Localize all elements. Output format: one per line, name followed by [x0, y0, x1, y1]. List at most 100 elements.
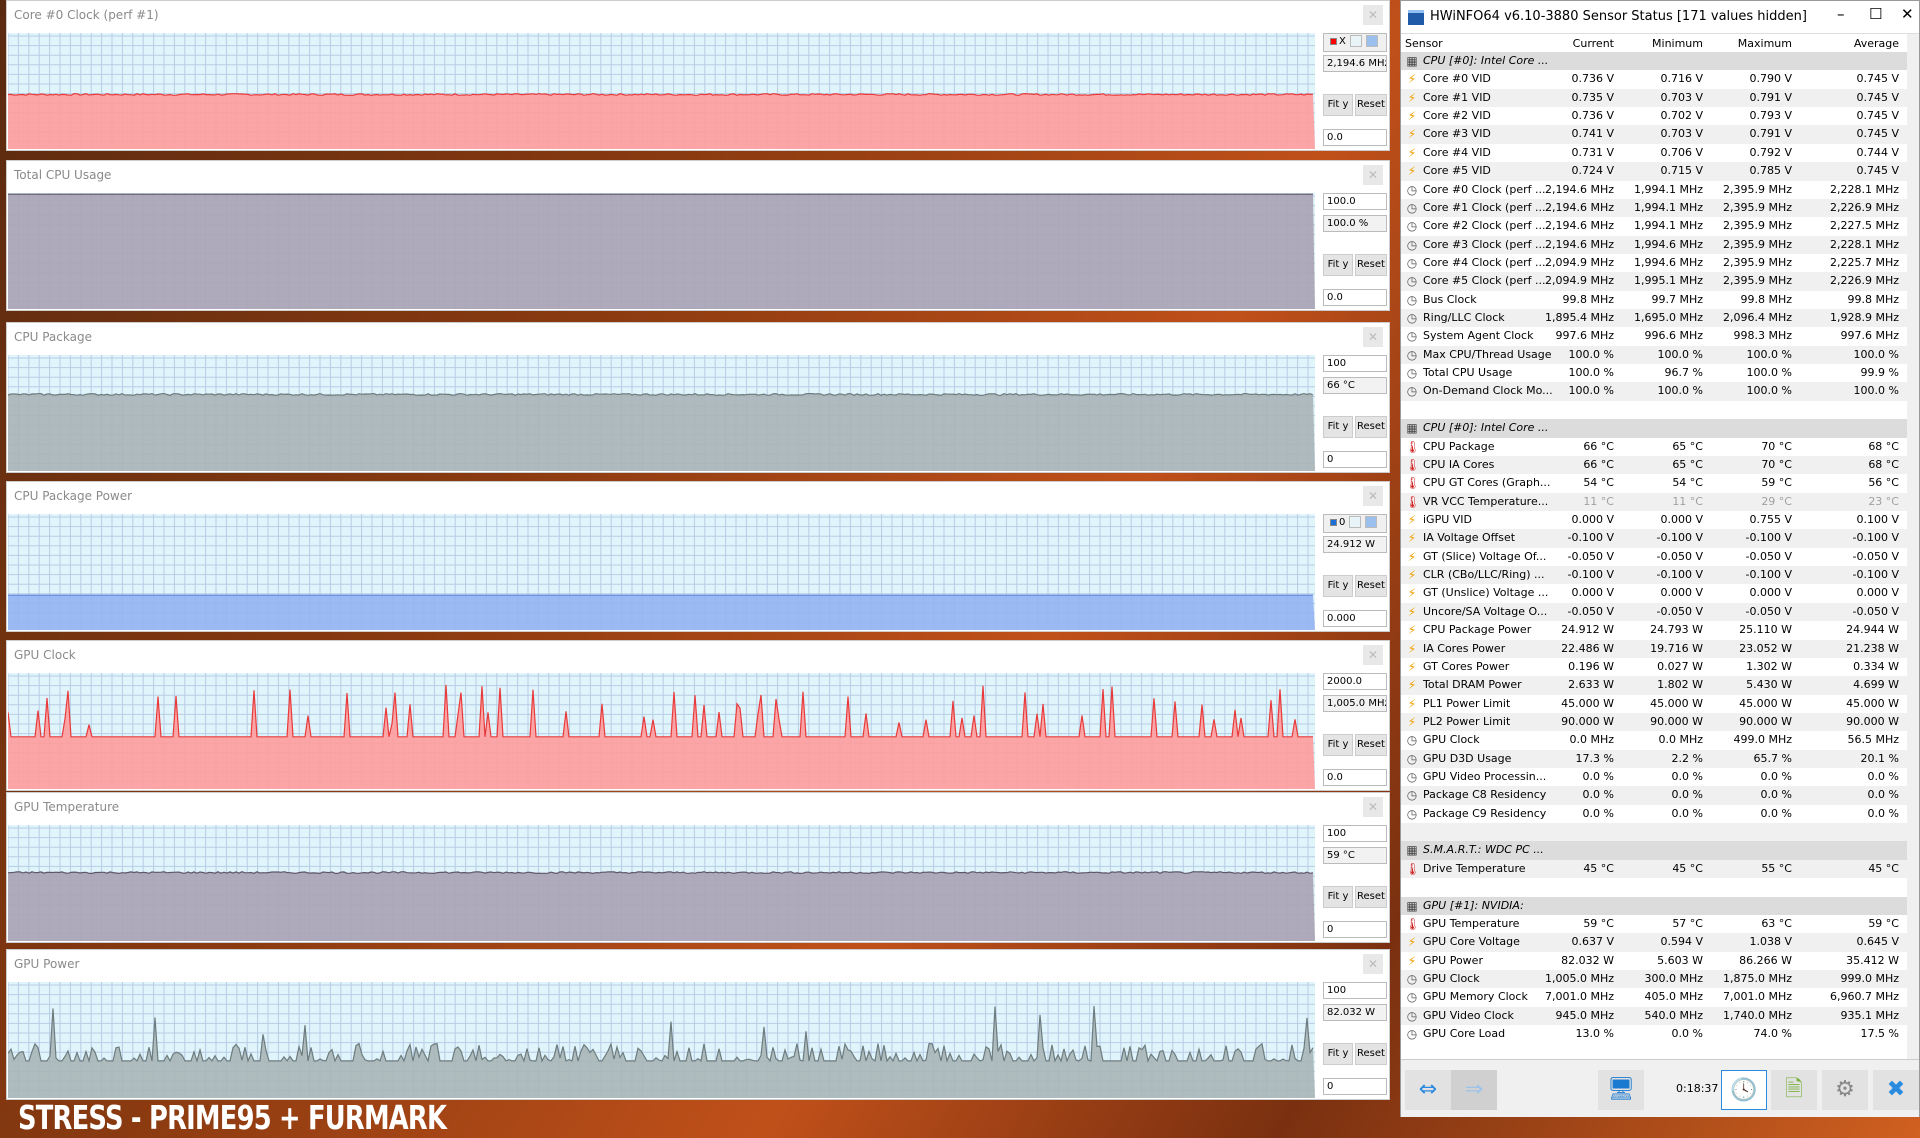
sensor-row[interactable]: ◷ System Agent Clock 997.6 MHz 996.6 MHz 998…	[1401, 327, 1909, 345]
grid-color-swatch[interactable]	[1365, 35, 1378, 47]
reset-button[interactable]: Reset	[1355, 575, 1387, 597]
sensor-group-row[interactable]: ▦ CPU [#0]: Intel Core ...	[1401, 419, 1909, 438]
sensor-row[interactable]: ⚡ IA Voltage Offset -0.100 V -0.100 V -0.100…	[1401, 529, 1909, 548]
min-value-field[interactable]: 0	[1323, 921, 1387, 938]
sensor-row[interactable]: ◷ GPU Core Load 13.0 % 0.0 % 74.0 % 17.5 %	[1401, 1025, 1909, 1043]
fit-y-button[interactable]: Fit y	[1323, 734, 1353, 756]
sensor-row[interactable]: ◷ Core #2 Clock (perf ... 2,194.6 MHz 1,994…	[1401, 217, 1909, 235]
sensor-row[interactable]: ◷ GPU Video Clock 945.0 MHz 540.0 MHz 1,740.…	[1401, 1006, 1909, 1026]
panel-close-icon[interactable]: ✕	[1363, 645, 1383, 665]
sensor-row[interactable]: ◷ Package C8 Residency 0.0 % 0.0 % 0.0 % 0.0 …	[1401, 786, 1909, 805]
sensor-row[interactable]: ◷ Core #5 Clock (perf ... 2,094.9 MHz 1,995…	[1401, 272, 1909, 291]
line-color-swatch[interactable]	[1330, 37, 1337, 45]
line-color-swatch[interactable]	[1330, 518, 1337, 526]
color-selector[interactable]: X	[1323, 33, 1387, 52]
sensor-row[interactable]: ⚡ Core #5 VID 0.724 V 0.715 V 0.785 V 0.745 V	[1401, 162, 1909, 181]
max-value-field[interactable]: 100	[1323, 825, 1387, 842]
reset-button[interactable]: Reset	[1355, 1043, 1387, 1065]
sensor-row[interactable]: ⚡ GPU Core Voltage 0.637 V 0.594 V 1.038 V 0.…	[1401, 933, 1909, 952]
clock-reset-button[interactable]: 🕓	[1721, 1070, 1767, 1110]
fit-y-button[interactable]: Fit y	[1323, 575, 1353, 597]
min-value-field[interactable]: 0.0	[1323, 129, 1387, 146]
reset-button[interactable]: Reset	[1355, 254, 1387, 276]
sensor-row[interactable]: ⚡ GT (Slice) Voltage Of... -0.050 V -0.050 …	[1401, 548, 1909, 566]
max-value-field[interactable]: 2000.0	[1323, 673, 1387, 690]
close-x-button[interactable]: ✖	[1873, 1070, 1919, 1110]
sensor-row[interactable]: ⚡ GT (Unslice) Voltage ... 0.000 V 0.000 V 0…	[1401, 584, 1909, 602]
sensor-row[interactable]: ⚡ PL2 Power Limit 90.000 W 90.000 W 90.000 W…	[1401, 712, 1909, 732]
max-value-field[interactable]: 100	[1323, 982, 1387, 999]
sensor-row[interactable]: ◷ Core #4 Clock (perf ... 2,094.9 MHz 1,994…	[1401, 254, 1909, 272]
sensor-row[interactable]: ⚡ Total DRAM Power 2.633 W 1.802 W 5.430 W 4.…	[1401, 676, 1909, 695]
column-current[interactable]: Current	[1573, 37, 1614, 50]
sensor-group-row[interactable]: ▦ CPU [#0]: Intel Core ...	[1401, 52, 1909, 71]
sensor-row[interactable]: ⚡ Core #4 VID 0.731 V 0.706 V 0.792 V 0.744 V	[1401, 144, 1909, 162]
min-value-field[interactable]: 0.0	[1323, 769, 1387, 786]
log-file-button[interactable]: 🗎	[1771, 1070, 1817, 1110]
color-selector[interactable]: 0	[1323, 514, 1387, 533]
sensor-row[interactable]: 🌡 Drive Temperature 45 °C 45 °C 55 °C 45 °C	[1401, 859, 1909, 879]
min-value-field[interactable]: 0.0	[1323, 289, 1387, 306]
sensor-row[interactable]: 🌡 GPU Temperature 59 °C 57 °C 63 °C 59 °C	[1401, 915, 1909, 933]
settings-gear-button[interactable]: ⚙	[1822, 1070, 1868, 1110]
sensor-row[interactable]: ◷ GPU Video Processin... 0.0 % 0.0 % 0.0 % 0.…	[1401, 768, 1909, 786]
panel-close-icon[interactable]: ✕	[1363, 5, 1383, 25]
panel-close-icon[interactable]: ✕	[1363, 797, 1383, 817]
sensor-row[interactable]: 🌡 CPU GT Cores (Graph... 54 °C 54 °C 59 °C 56…	[1401, 474, 1909, 492]
sensor-row[interactable]: ⚡ PL1 Power Limit 45.000 W 45.000 W 45.000 W…	[1401, 695, 1909, 713]
min-value-field[interactable]: 0	[1323, 451, 1387, 468]
sensor-row[interactable]: ◷ Core #3 Clock (perf ... 2,194.6 MHz 1,994…	[1401, 235, 1909, 254]
sensor-row[interactable]: ◷ Total CPU Usage 100.0 % 96.7 % 100.0 % 99.9…	[1401, 364, 1909, 382]
close-button[interactable]: ✕	[1901, 5, 1914, 23]
sensor-row[interactable]: ⚡ Core #1 VID 0.735 V 0.703 V 0.791 V 0.745 V	[1401, 88, 1909, 108]
sensor-row[interactable]: ◷ Ring/LLC Clock 1,895.4 MHz 1,695.0 MHz 2,0…	[1401, 309, 1909, 328]
min-value-field[interactable]: 0	[1323, 1078, 1387, 1095]
sensor-row[interactable]: 🌡 VR VCC Temperature... 11 °C 11 °C 29 °C 23 …	[1401, 492, 1909, 511]
maximize-button[interactable]: ☐	[1869, 5, 1882, 23]
sensor-row[interactable]: ◷ GPU Clock 1,005.0 MHz 300.0 MHz 1,875.0 MH…	[1401, 969, 1909, 989]
sensor-row[interactable]: ◷ Core #0 Clock (perf ... 2,194.6 MHz 1,994…	[1401, 181, 1909, 199]
sensor-row[interactable]: ◷ GPU Clock 0.0 MHz 0.0 MHz 499.0 MHz 56.5 MH…	[1401, 731, 1909, 749]
sensor-row[interactable]: ⚡ Core #2 VID 0.736 V 0.702 V 0.793 V 0.745 V	[1401, 107, 1909, 125]
reset-button[interactable]: Reset	[1355, 886, 1387, 908]
background-color-swatch[interactable]	[1349, 516, 1362, 528]
sensor-group-row[interactable]: ▦ GPU [#1]: NVIDIA:	[1401, 896, 1909, 915]
fit-y-button[interactable]: Fit y	[1323, 1043, 1353, 1065]
sensor-row[interactable]: ⚡ Core #3 VID 0.741 V 0.703 V 0.791 V 0.745 V	[1401, 125, 1909, 144]
sensor-row[interactable]: ⚡ Core #0 VID 0.736 V 0.716 V 0.790 V 0.745 V	[1401, 70, 1909, 88]
network-computers-button[interactable]: 🖥	[1598, 1070, 1644, 1110]
sensor-group-row[interactable]: ▦ S.M.A.R.T.: WDC PC ...	[1401, 841, 1909, 860]
vertical-scrollbar[interactable]	[1907, 34, 1919, 1059]
grid-color-swatch[interactable]	[1365, 516, 1378, 528]
fit-y-button[interactable]: Fit y	[1323, 416, 1353, 438]
panel-close-icon[interactable]: ✕	[1363, 954, 1383, 974]
sensor-row[interactable]: 🌡 CPU IA Cores 66 °C 65 °C 70 °C 68 °C	[1401, 455, 1909, 475]
sensor-row[interactable]: ⚡ Uncore/SA Voltage O... -0.050 V -0.050 V -…	[1401, 602, 1909, 622]
fit-y-button[interactable]: Fit y	[1323, 254, 1353, 276]
panel-close-icon[interactable]: ✕	[1363, 486, 1383, 506]
sensor-row[interactable]: ◷ GPU D3D Usage 17.3 % 2.2 % 65.7 % 20.1 %	[1401, 749, 1909, 769]
sensor-row[interactable]: ⚡ GT Cores Power 0.196 W 0.027 W 1.302 W 0.33…	[1401, 658, 1909, 676]
reset-button[interactable]: Reset	[1355, 94, 1387, 116]
column-minimum[interactable]: Minimum	[1652, 37, 1703, 50]
sensor-row[interactable]: 🌡 CPU Package 66 °C 65 °C 70 °C 68 °C	[1401, 438, 1909, 456]
min-value-field[interactable]: 0.000	[1323, 610, 1387, 627]
sensor-row[interactable]: ◷ On-Demand Clock Mo... 100.0 % 100.0 % 100.…	[1401, 382, 1909, 401]
collapse-arrows-button[interactable]: ⇒	[1451, 1070, 1497, 1110]
sensor-row[interactable]: ◷ Package C9 Residency 0.0 % 0.0 % 0.0 % 0.0 …	[1401, 805, 1909, 823]
expand-arrows-button[interactable]: ⇔	[1405, 1070, 1451, 1110]
reset-button[interactable]: Reset	[1355, 416, 1387, 438]
fit-y-button[interactable]: Fit y	[1323, 886, 1353, 908]
max-value-field[interactable]: 100.0	[1323, 193, 1387, 210]
panel-close-icon[interactable]: ✕	[1363, 327, 1383, 347]
sensor-row[interactable]: ⚡ GPU Power 82.032 W 5.603 W 86.266 W 35.412 …	[1401, 952, 1909, 970]
sensor-row[interactable]: ⚡ IA Cores Power 22.486 W 19.716 W 23.052 W 2…	[1401, 639, 1909, 658]
sensor-row[interactable]: ◷ Bus Clock 99.8 MHz 99.7 MHz 99.8 MHz 99.8 M…	[1401, 291, 1909, 309]
column-sensor[interactable]: Sensor	[1405, 37, 1443, 50]
fit-y-button[interactable]: Fit y	[1323, 94, 1353, 116]
sensor-row[interactable]: ⚡ CPU Package Power 24.912 W 24.793 W 25.110…	[1401, 621, 1909, 639]
reset-button[interactable]: Reset	[1355, 734, 1387, 756]
sensor-row[interactable]: ◷ GPU Memory Clock 7,001.0 MHz 405.0 MHz 7,0…	[1401, 988, 1909, 1006]
column-average[interactable]: Average	[1854, 37, 1899, 50]
minimize-button[interactable]: –	[1837, 5, 1845, 23]
